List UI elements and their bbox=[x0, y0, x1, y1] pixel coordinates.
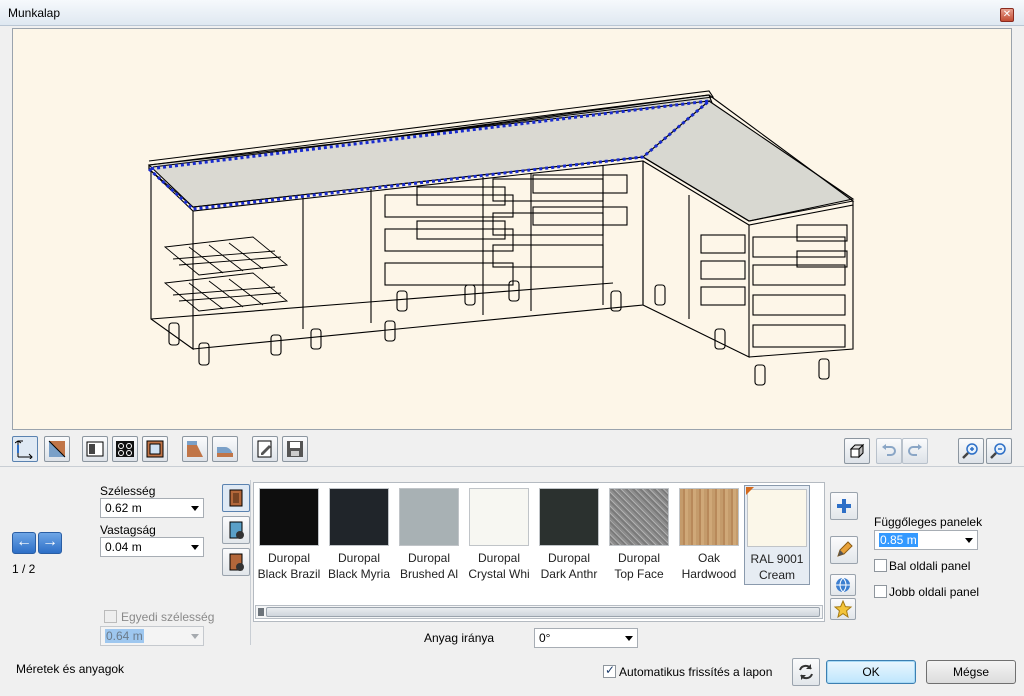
right-panel-checkbox[interactable] bbox=[874, 585, 887, 598]
left-panel-label: Bal oldali panel bbox=[889, 559, 971, 573]
custom-width-select[interactable]: 0.64 m bbox=[100, 626, 204, 646]
swatch-chip bbox=[539, 488, 599, 546]
swatch-subname: Hardwood bbox=[681, 567, 737, 581]
material-swatch[interactable]: Duropal Dark Anthr bbox=[536, 485, 602, 585]
edge-icon[interactable] bbox=[182, 436, 208, 462]
material-body-icon[interactable] bbox=[222, 548, 250, 576]
status-text: Méretek és anyagok bbox=[16, 662, 125, 676]
scroll-left-stop bbox=[258, 608, 264, 616]
material-swatch[interactable]: Oak Hardwood bbox=[676, 485, 742, 585]
auto-refresh-label: Automatikus frissítés a lapon bbox=[619, 665, 773, 679]
swatch-name: Duropal bbox=[547, 551, 591, 565]
custom-width-value: 0.64 m bbox=[105, 629, 144, 643]
width-select[interactable]: 0.62 m bbox=[100, 498, 204, 518]
material-edge-icon[interactable] bbox=[222, 516, 250, 544]
swatch-name: Duropal bbox=[337, 551, 381, 565]
left-panel-checkbox[interactable] bbox=[874, 559, 887, 572]
vertical-panels-select[interactable]: 0.85 m bbox=[874, 530, 978, 550]
swatch-subname: Black Myria bbox=[327, 567, 390, 581]
swatch-subname: Top Face bbox=[614, 567, 664, 581]
chevron-down-icon bbox=[965, 538, 973, 543]
thickness-select[interactable]: 0.04 m bbox=[100, 537, 204, 557]
save-icon[interactable] bbox=[282, 436, 308, 462]
material-direction-label: Anyag iránya bbox=[424, 631, 495, 645]
swatch-chip bbox=[679, 488, 739, 546]
swatch-chip bbox=[399, 488, 459, 546]
zoom-in-icon[interactable] bbox=[958, 438, 984, 464]
vertical-panels-value: 0.85 m bbox=[879, 533, 918, 547]
right-panel-label: Jobb oldali panel bbox=[889, 585, 980, 599]
swatch-name: Duropal bbox=[617, 551, 661, 565]
material-palette: Duropal Black Brazil Duropal Black Myria… bbox=[253, 482, 825, 622]
3d-viewport[interactable] bbox=[12, 28, 1012, 430]
frame-icon[interactable] bbox=[142, 436, 168, 462]
favorite-star-icon[interactable] bbox=[830, 598, 856, 620]
edit-sheet-icon[interactable] bbox=[252, 436, 278, 462]
hob-icon[interactable] bbox=[112, 436, 138, 462]
front-panel-icon[interactable] bbox=[82, 436, 108, 462]
custom-width-checkbox[interactable] bbox=[104, 610, 117, 623]
material-front-icon[interactable] bbox=[222, 484, 250, 512]
swatch-subname: Crystal Whi bbox=[468, 567, 530, 581]
material-swatch[interactable]: Duropal Crystal Whi bbox=[466, 485, 532, 585]
profile-icon[interactable] bbox=[44, 436, 70, 462]
add-material-icon[interactable] bbox=[830, 492, 858, 520]
kitchen-worktop-drawing bbox=[147, 90, 855, 386]
swatch-subname: Cream bbox=[758, 568, 795, 582]
material-swatch[interactable]: Duropal Black Brazil bbox=[256, 485, 322, 585]
window-title: Munkalap bbox=[8, 6, 61, 20]
redo-icon[interactable] bbox=[902, 438, 928, 464]
custom-width-label: Egyedi szélesség bbox=[121, 610, 215, 624]
swatch-name: RAL 9001 bbox=[750, 552, 804, 566]
zoom-out-icon[interactable] bbox=[986, 438, 1012, 464]
toolbar-separator bbox=[0, 466, 1024, 467]
swatch-name: Duropal bbox=[477, 551, 521, 565]
dimensions-icon[interactable] bbox=[12, 436, 38, 462]
thickness-label: Vastagság bbox=[100, 523, 156, 537]
page-indicator: 1 / 2 bbox=[12, 562, 36, 576]
chevron-down-icon bbox=[625, 636, 633, 641]
swatch-chip bbox=[469, 488, 529, 546]
next-arrow-icon[interactable]: → bbox=[38, 532, 62, 554]
box-view-icon[interactable] bbox=[844, 438, 870, 464]
chevron-down-icon bbox=[191, 545, 199, 550]
title-bar: Munkalap ✕ bbox=[0, 0, 1024, 26]
cancel-button[interactable]: Mégse bbox=[926, 660, 1016, 684]
swatch-chip bbox=[747, 489, 807, 547]
undo-icon[interactable] bbox=[876, 438, 902, 464]
swatch-chip bbox=[329, 488, 389, 546]
web-library-icon[interactable] bbox=[830, 574, 856, 596]
ok-button[interactable]: OK bbox=[826, 660, 916, 684]
width-label: Szélesség bbox=[100, 484, 156, 498]
material-swatch-selected[interactable]: RAL 9001 Cream bbox=[744, 485, 810, 585]
panel-divider bbox=[250, 480, 251, 645]
swatch-name: Oak bbox=[697, 551, 720, 565]
scroll-thumb[interactable] bbox=[266, 607, 820, 617]
swatch-subname: Brushed Al bbox=[399, 567, 459, 581]
thickness-value: 0.04 m bbox=[105, 540, 142, 554]
vertical-panels-label: Függőleges panelek bbox=[874, 515, 983, 529]
swatch-subname: Dark Anthr bbox=[540, 567, 598, 581]
swatch-subname: Black Brazil bbox=[257, 567, 321, 581]
swatch-name: Duropal bbox=[267, 551, 311, 565]
edit-pencil-icon[interactable] bbox=[830, 536, 858, 564]
chevron-down-icon bbox=[191, 506, 199, 511]
auto-refresh-checkbox[interactable] bbox=[603, 663, 616, 678]
swatch-chip bbox=[609, 488, 669, 546]
material-swatch[interactable]: Duropal Brushed Al bbox=[396, 485, 462, 585]
chevron-down-icon bbox=[191, 634, 199, 639]
swatch-chip bbox=[259, 488, 319, 546]
edge-round-icon[interactable] bbox=[212, 436, 238, 462]
material-swatch[interactable]: Duropal Black Myria bbox=[326, 485, 392, 585]
refresh-icon[interactable] bbox=[792, 658, 820, 686]
palette-scrollbar[interactable] bbox=[255, 605, 823, 619]
selected-corner-icon bbox=[746, 487, 754, 495]
material-direction-value: 0° bbox=[539, 631, 551, 645]
material-swatch[interactable]: Duropal Top Face bbox=[606, 485, 672, 585]
previous-arrow-icon[interactable]: ← bbox=[12, 532, 36, 554]
swatch-name: Duropal bbox=[407, 551, 451, 565]
width-value: 0.62 m bbox=[105, 501, 142, 515]
close-icon[interactable]: ✕ bbox=[1000, 8, 1014, 22]
material-direction-select[interactable]: 0° bbox=[534, 628, 638, 648]
